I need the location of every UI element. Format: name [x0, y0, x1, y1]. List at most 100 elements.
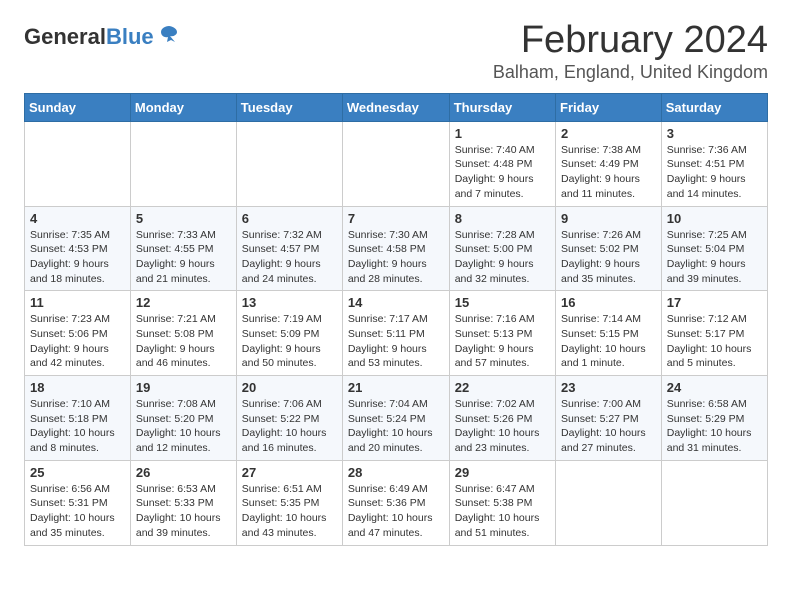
- table-cell: 15 Sunrise: 7:16 AM Sunset: 5:13 PM Dayli…: [449, 291, 555, 376]
- table-cell: 7 Sunrise: 7:30 AM Sunset: 4:58 PM Daylig…: [342, 206, 449, 291]
- day-info: Sunrise: 6:49 AM Sunset: 5:36 PM Dayligh…: [348, 482, 444, 541]
- table-cell: [661, 460, 767, 545]
- day-info: Sunrise: 6:58 AM Sunset: 5:29 PM Dayligh…: [667, 397, 762, 456]
- day-number: 28: [348, 465, 444, 480]
- table-cell: 14Sunrise: 7:17 AM Sunset: 5:11 PM Dayli…: [342, 291, 449, 376]
- day-number: 11: [30, 295, 125, 310]
- table-cell: 13 Sunrise: 7:19 AM Sunset: 5:09 PM Dayli…: [236, 291, 342, 376]
- week-row-5: 25 Sunrise: 6:56 AM Sunset: 5:31 PM Dayli…: [25, 460, 768, 545]
- day-info: Sunrise: 7:33 AM Sunset: 4:55 PM Dayligh…: [136, 228, 231, 287]
- day-info: Sunrise: 7:12 AM Sunset: 5:17 PM Dayligh…: [667, 312, 762, 371]
- table-cell: 19 Sunrise: 7:08 AM Sunset: 5:20 PM Dayli…: [130, 376, 236, 461]
- col-wednesday: Wednesday: [342, 93, 449, 121]
- table-cell: 21 Sunrise: 7:04 AM Sunset: 5:24 PM Dayli…: [342, 376, 449, 461]
- table-cell: [342, 121, 449, 206]
- day-info: Sunrise: 7:38 AM Sunset: 4:49 PM Dayligh…: [561, 143, 656, 202]
- table-cell: 24 Sunrise: 6:58 AM Sunset: 5:29 PM Dayli…: [661, 376, 767, 461]
- day-info: Sunrise: 7:14 AM Sunset: 5:15 PM Dayligh…: [561, 312, 656, 371]
- day-info: Sunrise: 7:17 AM Sunset: 5:11 PM Dayligh…: [348, 312, 444, 371]
- calendar-title: February 2024: [493, 20, 768, 62]
- calendar-header-row: Sunday Monday Tuesday Wednesday Thursday…: [25, 93, 768, 121]
- day-info: Sunrise: 7:21 AM Sunset: 5:08 PM Dayligh…: [136, 312, 231, 371]
- day-number: 3: [667, 126, 762, 141]
- table-cell: 25 Sunrise: 6:56 AM Sunset: 5:31 PM Dayli…: [25, 460, 131, 545]
- day-number: 21: [348, 380, 444, 395]
- day-number: 20: [242, 380, 337, 395]
- table-cell: 26 Sunrise: 6:53 AM Sunset: 5:33 PM Dayli…: [130, 460, 236, 545]
- day-info: Sunrise: 6:51 AM Sunset: 5:35 PM Dayligh…: [242, 482, 337, 541]
- table-cell: 9 Sunrise: 7:26 AM Sunset: 5:02 PM Daylig…: [556, 206, 662, 291]
- table-cell: 5 Sunrise: 7:33 AM Sunset: 4:55 PM Daylig…: [130, 206, 236, 291]
- day-number: 4: [30, 211, 125, 226]
- col-thursday: Thursday: [449, 93, 555, 121]
- day-info: Sunrise: 7:36 AM Sunset: 4:51 PM Dayligh…: [667, 143, 762, 202]
- table-cell: [556, 460, 662, 545]
- day-info: Sunrise: 6:53 AM Sunset: 5:33 PM Dayligh…: [136, 482, 231, 541]
- table-cell: [25, 121, 131, 206]
- day-info: Sunrise: 6:56 AM Sunset: 5:31 PM Dayligh…: [30, 482, 125, 541]
- day-number: 8: [455, 211, 550, 226]
- day-number: 26: [136, 465, 231, 480]
- table-cell: 4 Sunrise: 7:35 AM Sunset: 4:53 PM Daylig…: [25, 206, 131, 291]
- day-info: Sunrise: 7:25 AM Sunset: 5:04 PM Dayligh…: [667, 228, 762, 287]
- title-section: February 2024 Balham, England, United Ki…: [493, 20, 768, 83]
- table-cell: 23 Sunrise: 7:00 AM Sunset: 5:27 PM Dayli…: [556, 376, 662, 461]
- day-number: 12: [136, 295, 231, 310]
- day-number: 24: [667, 380, 762, 395]
- day-info: Sunrise: 7:32 AM Sunset: 4:57 PM Dayligh…: [242, 228, 337, 287]
- week-row-3: 11 Sunrise: 7:23 AM Sunset: 5:06 PM Dayli…: [25, 291, 768, 376]
- day-info: Sunrise: 7:06 AM Sunset: 5:22 PM Dayligh…: [242, 397, 337, 456]
- day-number: 15: [455, 295, 550, 310]
- table-cell: [236, 121, 342, 206]
- day-number: 17: [667, 295, 762, 310]
- table-cell: 3 Sunrise: 7:36 AM Sunset: 4:51 PM Daylig…: [661, 121, 767, 206]
- day-number: 18: [30, 380, 125, 395]
- logo: GeneralBlue: [24, 26, 179, 48]
- day-info: Sunrise: 7:30 AM Sunset: 4:58 PM Dayligh…: [348, 228, 444, 287]
- day-info: Sunrise: 7:35 AM Sunset: 4:53 PM Dayligh…: [30, 228, 125, 287]
- day-number: 5: [136, 211, 231, 226]
- day-info: Sunrise: 7:28 AM Sunset: 5:00 PM Dayligh…: [455, 228, 550, 287]
- col-monday: Monday: [130, 93, 236, 121]
- day-info: Sunrise: 7:26 AM Sunset: 5:02 PM Dayligh…: [561, 228, 656, 287]
- week-row-2: 4 Sunrise: 7:35 AM Sunset: 4:53 PM Daylig…: [25, 206, 768, 291]
- table-cell: 11 Sunrise: 7:23 AM Sunset: 5:06 PM Dayli…: [25, 291, 131, 376]
- table-cell: 17 Sunrise: 7:12 AM Sunset: 5:17 PM Dayli…: [661, 291, 767, 376]
- calendar-table: Sunday Monday Tuesday Wednesday Thursday…: [24, 93, 768, 546]
- day-info: Sunrise: 7:23 AM Sunset: 5:06 PM Dayligh…: [30, 312, 125, 371]
- day-info: Sunrise: 7:04 AM Sunset: 5:24 PM Dayligh…: [348, 397, 444, 456]
- logo-text: GeneralBlue: [24, 26, 154, 48]
- day-number: 19: [136, 380, 231, 395]
- col-saturday: Saturday: [661, 93, 767, 121]
- table-cell: 10 Sunrise: 7:25 AM Sunset: 5:04 PM Dayli…: [661, 206, 767, 291]
- day-info: Sunrise: 7:00 AM Sunset: 5:27 PM Dayligh…: [561, 397, 656, 456]
- table-cell: 29 Sunrise: 6:47 AM Sunset: 5:38 PM Dayli…: [449, 460, 555, 545]
- day-number: 25: [30, 465, 125, 480]
- day-number: 29: [455, 465, 550, 480]
- table-cell: 16Sunrise: 7:14 AM Sunset: 5:15 PM Dayli…: [556, 291, 662, 376]
- day-info: Sunrise: 6:47 AM Sunset: 5:38 PM Dayligh…: [455, 482, 550, 541]
- table-cell: 18 Sunrise: 7:10 AM Sunset: 5:18 PM Dayli…: [25, 376, 131, 461]
- day-number: 7: [348, 211, 444, 226]
- table-cell: 12 Sunrise: 7:21 AM Sunset: 5:08 PM Dayli…: [130, 291, 236, 376]
- col-tuesday: Tuesday: [236, 93, 342, 121]
- day-info: Sunrise: 7:02 AM Sunset: 5:26 PM Dayligh…: [455, 397, 550, 456]
- day-info: Sunrise: 7:10 AM Sunset: 5:18 PM Dayligh…: [30, 397, 125, 456]
- day-info: Sunrise: 7:40 AM Sunset: 4:48 PM Dayligh…: [455, 143, 550, 202]
- day-number: 13: [242, 295, 337, 310]
- day-number: 23: [561, 380, 656, 395]
- day-info: Sunrise: 7:19 AM Sunset: 5:09 PM Dayligh…: [242, 312, 337, 371]
- table-cell: 22Sunrise: 7:02 AM Sunset: 5:26 PM Dayli…: [449, 376, 555, 461]
- table-cell: 8 Sunrise: 7:28 AM Sunset: 5:00 PM Daylig…: [449, 206, 555, 291]
- table-cell: 2Sunrise: 7:38 AM Sunset: 4:49 PM Daylig…: [556, 121, 662, 206]
- table-cell: 1 Sunrise: 7:40 AM Sunset: 4:48 PM Daylig…: [449, 121, 555, 206]
- logo-bird-icon: [157, 24, 179, 46]
- col-friday: Friday: [556, 93, 662, 121]
- day-number: 9: [561, 211, 656, 226]
- day-number: 10: [667, 211, 762, 226]
- day-info: Sunrise: 7:16 AM Sunset: 5:13 PM Dayligh…: [455, 312, 550, 371]
- table-cell: 27Sunrise: 6:51 AM Sunset: 5:35 PM Dayli…: [236, 460, 342, 545]
- calendar-subtitle: Balham, England, United Kingdom: [493, 62, 768, 83]
- day-number: 1: [455, 126, 550, 141]
- day-info: Sunrise: 7:08 AM Sunset: 5:20 PM Dayligh…: [136, 397, 231, 456]
